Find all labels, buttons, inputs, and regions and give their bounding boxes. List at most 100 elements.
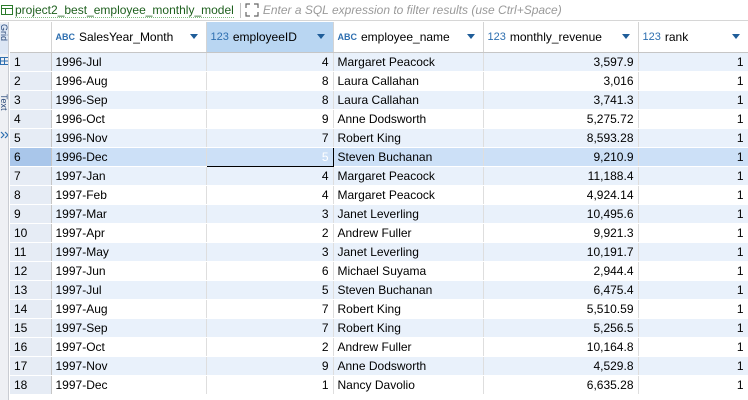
table-row[interactable]: 15 1997-Sep 7 Robert King 5,256.5 1 [10, 318, 748, 338]
employeeid-cell[interactable]: 4 [206, 52, 334, 72]
salesyear-month-cell[interactable]: 1997-Mar [51, 204, 207, 224]
table-row[interactable]: 17 1997-Nov 9 Anne Dodsworth 4,529.8 1 [10, 356, 748, 376]
column-header-monthly-revenue[interactable]: 123 monthly_revenue [483, 22, 639, 53]
row-number-cell[interactable]: 2 [10, 71, 52, 91]
salesyear-month-cell[interactable]: 1997-Apr [51, 223, 207, 243]
table-row[interactable]: 4 1996-Oct 9 Anne Dodsworth 5,275.72 1 [10, 109, 748, 129]
employee-name-cell[interactable]: Andrew Fuller [333, 223, 484, 243]
monthly-revenue-cell[interactable]: 6,635.28 [483, 375, 639, 395]
rank-cell[interactable]: 1 [638, 223, 748, 243]
salesyear-month-cell[interactable]: 1996-Oct [51, 109, 207, 129]
sql-filter-input[interactable] [262, 1, 733, 19]
monthly-revenue-cell[interactable]: 10,164.8 [483, 337, 639, 357]
row-number-cell[interactable]: 5 [10, 128, 52, 148]
monthly-revenue-cell[interactable]: 5,256.5 [483, 318, 639, 338]
employeeid-cell[interactable]: 9 [206, 356, 334, 376]
employee-name-cell[interactable]: Andrew Fuller [333, 337, 484, 357]
salesyear-month-cell[interactable]: 1996-Sep [51, 90, 207, 110]
row-number-cell[interactable]: 12 [10, 261, 52, 281]
row-number-cell[interactable]: 3 [10, 90, 52, 110]
salesyear-month-cell[interactable]: 1997-May [51, 242, 207, 262]
rank-cell[interactable]: 1 [638, 90, 748, 110]
monthly-revenue-cell[interactable]: 3,597.9 [483, 52, 639, 72]
rank-cell[interactable]: 1 [638, 337, 748, 357]
employee-name-cell[interactable]: Janet Leverling [333, 242, 484, 262]
rank-cell[interactable]: 1 [638, 299, 748, 319]
monthly-revenue-cell[interactable]: 10,495.6 [483, 204, 639, 224]
row-number-cell[interactable]: 18 [10, 375, 52, 395]
table-row[interactable]: 5 1996-Nov 7 Robert King 8,593.28 1 [10, 128, 748, 148]
rank-cell[interactable]: 1 [638, 166, 748, 186]
rank-cell[interactable]: 1 [638, 128, 748, 148]
employeeid-cell[interactable]: 5 [206, 280, 334, 300]
rank-cell[interactable]: 1 [638, 204, 748, 224]
table-row[interactable]: 16 1997-Oct 2 Andrew Fuller 10,164.8 1 [10, 337, 748, 357]
rank-cell[interactable]: 1 [638, 280, 748, 300]
rank-cell[interactable]: 1 [638, 375, 748, 395]
row-number-cell[interactable]: 6 [10, 147, 52, 167]
row-number-cell[interactable]: 16 [10, 337, 52, 357]
grid-view-icon[interactable] [0, 56, 9, 66]
employee-name-cell[interactable]: Margaret Peacock [333, 166, 484, 186]
employee-name-cell[interactable]: Michael Suyama [333, 261, 484, 281]
monthly-revenue-cell[interactable]: 2,944.4 [483, 261, 639, 281]
sort-arrow-icon[interactable] [189, 34, 198, 39]
row-number-header[interactable] [10, 22, 52, 53]
employeeid-cell[interactable]: 2 [206, 337, 334, 357]
table-row[interactable]: 2 1996-Aug 8 Laura Callahan 3,016 1 [10, 71, 748, 91]
record-view-icon[interactable] [0, 130, 9, 140]
salesyear-month-cell[interactable]: 1996-Nov [51, 128, 207, 148]
employee-name-cell[interactable]: Anne Dodsworth [333, 109, 484, 129]
table-row[interactable]: 3 1996-Sep 8 Laura Callahan 3,741.3 1 [10, 90, 748, 110]
rank-cell[interactable]: 1 [638, 71, 748, 91]
salesyear-month-cell[interactable]: 1997-Feb [51, 185, 207, 205]
employeeid-cell[interactable]: 5 [205, 146, 334, 167]
monthly-revenue-cell[interactable]: 4,529.8 [483, 356, 639, 376]
monthly-revenue-cell[interactable]: 3,741.3 [483, 90, 639, 110]
table-row[interactable]: 13 1997-Jul 5 Steven Buchanan 6,475.4 1 [10, 280, 748, 300]
salesyear-month-cell[interactable]: 1997-Jan [51, 166, 207, 186]
row-number-cell[interactable]: 10 [10, 223, 52, 243]
grid-view-tab[interactable]: Grid [0, 24, 8, 54]
employeeid-cell[interactable]: 8 [206, 90, 334, 110]
table-row[interactable]: 14 1997-Aug 7 Robert King 5,510.59 1 [10, 299, 748, 319]
monthly-revenue-cell[interactable]: 8,593.28 [483, 128, 639, 148]
employee-name-cell[interactable]: Steven Buchanan [333, 280, 484, 300]
text-view-tab[interactable]: Text [0, 94, 8, 124]
employeeid-cell[interactable]: 9 [206, 109, 334, 129]
employee-name-cell[interactable]: Anne Dodsworth [333, 356, 484, 376]
rank-cell[interactable]: 1 [638, 318, 748, 338]
employeeid-cell[interactable]: 7 [206, 318, 334, 338]
employeeid-cell[interactable]: 4 [206, 185, 334, 205]
row-number-cell[interactable]: 8 [10, 185, 52, 205]
salesyear-month-cell[interactable]: 1997-Jun [51, 261, 207, 281]
sort-arrow-icon[interactable] [466, 34, 475, 39]
table-row[interactable]: 6 1996-Dec 5 Steven Buchanan 9,210.9 1 [10, 146, 748, 167]
employee-name-cell[interactable]: Margaret Peacock [333, 52, 484, 72]
employee-name-cell[interactable]: Margaret Peacock [333, 185, 484, 205]
row-number-cell[interactable]: 4 [10, 109, 52, 129]
rank-cell[interactable]: 1 [638, 261, 748, 281]
row-number-cell[interactable]: 1 [10, 52, 52, 72]
rank-cell[interactable]: 1 [638, 52, 748, 72]
employee-name-cell[interactable]: Robert King [333, 318, 484, 338]
sort-arrow-icon[interactable] [316, 34, 325, 39]
monthly-revenue-cell[interactable]: 10,191.7 [483, 242, 639, 262]
monthly-revenue-cell[interactable]: 11,188.4 [483, 166, 639, 186]
column-header-rank[interactable]: 123 rank [638, 22, 748, 53]
employeeid-cell[interactable]: 1 [206, 375, 334, 395]
monthly-revenue-cell[interactable]: 3,016 [483, 71, 639, 91]
row-number-cell[interactable]: 9 [10, 204, 52, 224]
monthly-revenue-cell[interactable]: 9,210.9 [483, 147, 639, 167]
employeeid-cell[interactable]: 7 [206, 299, 334, 319]
rank-cell[interactable]: 1 [638, 356, 748, 376]
monthly-revenue-cell[interactable]: 4,924.14 [483, 185, 639, 205]
employee-name-cell[interactable]: Nancy Davolio [333, 375, 484, 395]
salesyear-month-cell[interactable]: 1997-Oct [51, 337, 207, 357]
salesyear-month-cell[interactable]: 1996-Dec [51, 147, 207, 167]
monthly-revenue-cell[interactable]: 5,275.72 [483, 109, 639, 129]
employeeid-cell[interactable]: 3 [206, 204, 334, 224]
table-row[interactable]: 1 1996-Jul 4 Margaret Peacock 3,597.9 1 [10, 52, 748, 72]
salesyear-month-cell[interactable]: 1997-Jul [51, 280, 207, 300]
monthly-revenue-cell[interactable]: 5,510.59 [483, 299, 639, 319]
